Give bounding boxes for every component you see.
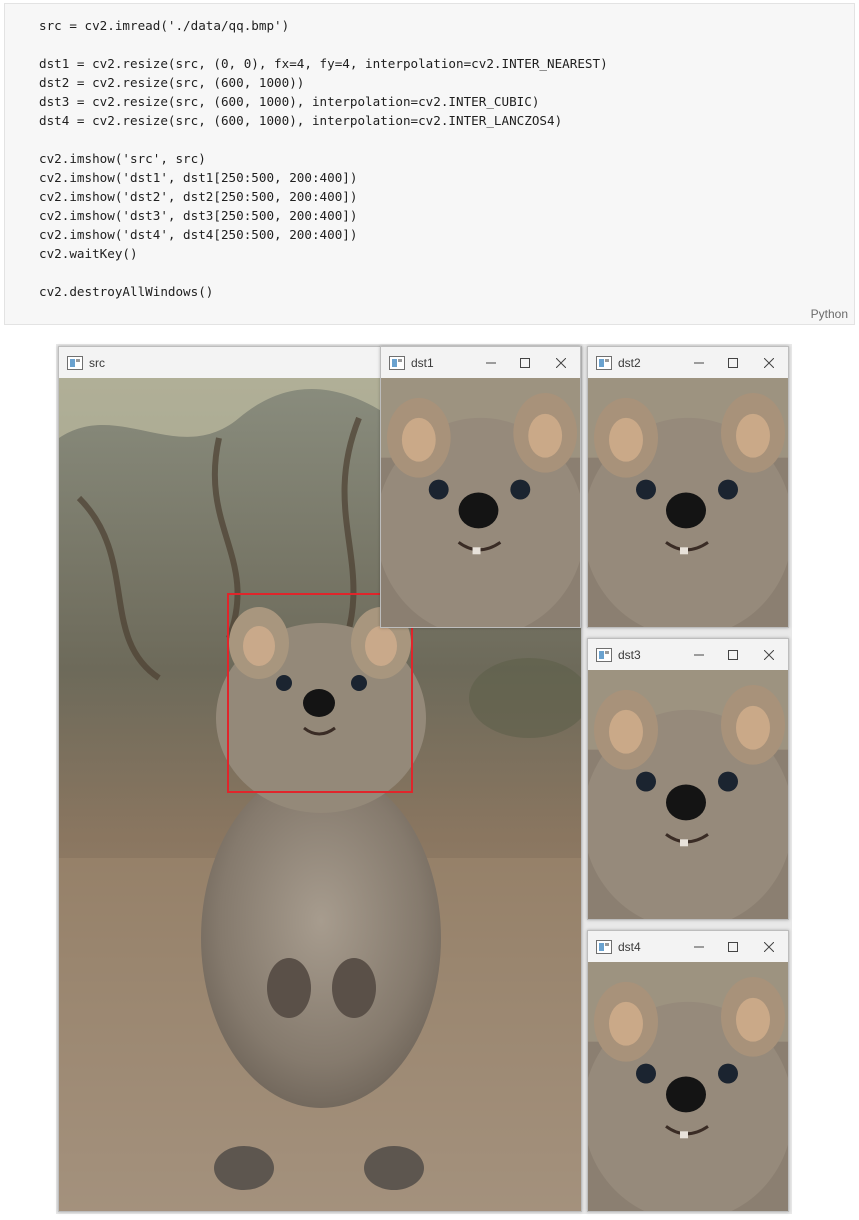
code-line: src = cv2.imread('./data/qq.bmp') <box>39 18 290 33</box>
image-canvas <box>588 670 788 919</box>
output-area: src dst1 dst2 dst3 dst4 <box>56 344 792 1214</box>
maximize-icon <box>728 941 738 952</box>
window-app-icon <box>389 355 405 370</box>
maximize-icon <box>728 649 738 660</box>
window-dst1[interactable]: dst1 <box>380 346 581 628</box>
code-cell[interactable]: src = cv2.imread('./data/qq.bmp') ​ dst1 =… <box>4 3 855 325</box>
quokka-face-crop <box>588 378 788 627</box>
close-icon <box>764 649 774 660</box>
image-canvas <box>381 378 580 627</box>
image-canvas <box>588 378 788 627</box>
minimize-icon <box>694 362 704 363</box>
code-line: dst4 = cv2.resize(src, (600, 1000), inte… <box>39 113 563 128</box>
close-button[interactable] <box>750 931 788 962</box>
code-line: cv2.destroyAllWindows() <box>39 284 214 299</box>
maximize-button[interactable] <box>716 931 750 962</box>
window-app-icon <box>596 939 612 954</box>
close-button[interactable] <box>750 639 788 670</box>
maximize-button[interactable] <box>716 639 750 670</box>
code-line: ​ <box>39 35 608 54</box>
window-title: dst4 <box>618 939 641 954</box>
minimize-button[interactable] <box>682 639 716 670</box>
quokka-face-crop <box>588 670 788 919</box>
minimize-icon <box>694 654 704 655</box>
close-button[interactable] <box>750 347 788 378</box>
maximize-icon <box>728 357 738 368</box>
quokka-face-crop <box>381 378 580 627</box>
window-app-icon <box>67 355 83 370</box>
minimize-button[interactable] <box>682 347 716 378</box>
window-app-icon <box>596 647 612 662</box>
window-titlebar[interactable]: dst4 <box>588 931 788 962</box>
language-label: Python <box>810 307 848 321</box>
code-line: cv2.imshow('dst3', dst3[250:500, 200:400… <box>39 208 358 223</box>
code-line: dst1 = cv2.resize(src, (0, 0), fx=4, fy=… <box>39 56 608 71</box>
code-line: dst2 = cv2.resize(src, (600, 1000)) <box>39 75 305 90</box>
maximize-button[interactable] <box>716 347 750 378</box>
close-button[interactable] <box>542 347 580 378</box>
window-title: dst3 <box>618 647 641 662</box>
code-block[interactable]: src = cv2.imread('./data/qq.bmp') ​ dst1 =… <box>39 16 608 301</box>
code-line: ​ <box>39 130 608 149</box>
code-line: cv2.imshow('src', src) <box>39 151 206 166</box>
image-canvas <box>588 962 788 1211</box>
code-line: cv2.imshow('dst4', dst4[250:500, 200:400… <box>39 227 358 242</box>
minimize-icon <box>486 362 496 363</box>
minimize-button[interactable] <box>474 347 508 378</box>
close-icon <box>764 941 774 952</box>
maximize-button[interactable] <box>508 347 542 378</box>
minimize-button[interactable] <box>682 931 716 962</box>
code-line: cv2.waitKey() <box>39 246 138 261</box>
window-app-icon <box>596 355 612 370</box>
close-icon <box>556 357 566 368</box>
window-titlebar[interactable]: dst3 <box>588 639 788 670</box>
code-line: cv2.imshow('dst2', dst2[250:500, 200:400… <box>39 189 358 204</box>
code-line: cv2.imshow('dst1', dst1[250:500, 200:400… <box>39 170 358 185</box>
window-dst3[interactable]: dst3 <box>587 638 789 920</box>
code-line: dst3 = cv2.resize(src, (600, 1000), inte… <box>39 94 540 109</box>
maximize-icon <box>520 357 530 368</box>
quokka-face-crop <box>588 962 788 1211</box>
window-title: dst1 <box>411 355 434 370</box>
window-titlebar[interactable]: dst2 <box>588 347 788 378</box>
code-line: ​ <box>39 263 608 282</box>
window-dst4[interactable]: dst4 <box>587 930 789 1212</box>
close-icon <box>764 357 774 368</box>
window-titlebar[interactable]: dst1 <box>381 347 580 378</box>
window-title: dst2 <box>618 355 641 370</box>
window-dst2[interactable]: dst2 <box>587 346 789 628</box>
minimize-icon <box>694 946 704 947</box>
